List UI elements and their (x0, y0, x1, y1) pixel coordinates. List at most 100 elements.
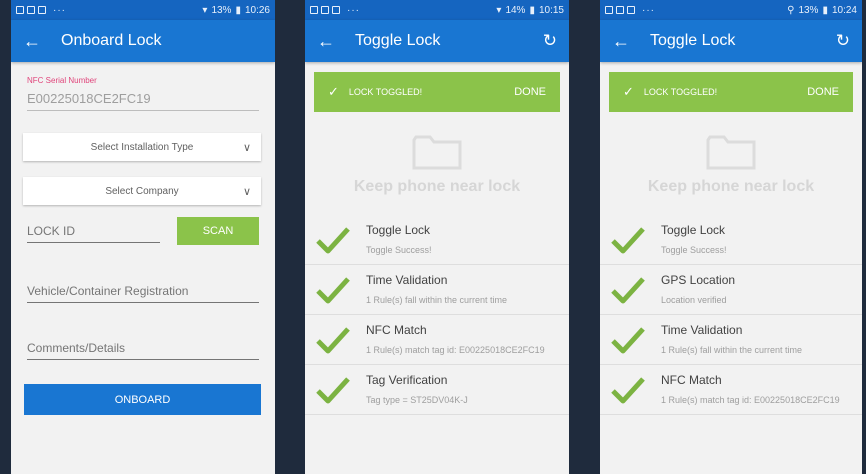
folder-icon (706, 134, 756, 170)
app-bar: ← Toggle Lock ↻ (600, 20, 862, 62)
battery-level: 13% (211, 4, 232, 16)
more-notifications-icon: ··· (347, 4, 360, 16)
notification-icon (605, 6, 613, 14)
folder-icon (412, 134, 462, 170)
lock-id-row: LOCK ID SCAN (27, 217, 259, 245)
more-notifications-icon: ··· (642, 4, 655, 16)
battery-level: 14% (505, 4, 526, 16)
step-row: NFC Match 1 Rule(s) match tag id: E002250… (600, 365, 862, 415)
notification-icon (27, 6, 35, 14)
step-row: Time Validation 1 Rule(s) fall within the… (600, 315, 862, 365)
notification-icon (38, 6, 46, 14)
check-icon (305, 215, 360, 264)
nfc-serial-field[interactable]: E00225018CE2FC19 (27, 91, 259, 111)
page-title: Toggle Lock (355, 32, 441, 49)
step-detail: Location verified (661, 295, 727, 305)
step-title: Toggle Lock (366, 223, 431, 237)
status-bar: ··· ▾ 14% ▮ 10:15 (305, 0, 569, 20)
notification-icon (627, 6, 635, 14)
success-banner: ✓ LOCK TOGGLED! DONE (314, 72, 560, 112)
more-notifications-icon: ··· (53, 4, 66, 16)
check-icon: ✓ (328, 84, 339, 99)
step-body: NFC Match 1 Rule(s) match tag id: E002250… (360, 315, 569, 364)
chevron-down-icon: ∨ (242, 185, 251, 198)
banner-text: LOCK TOGGLED! (348, 87, 423, 97)
signal-icon: ▾ (496, 4, 502, 16)
step-detail: 1 Rule(s) fall within the current time (366, 295, 508, 305)
notification-icon (616, 6, 624, 14)
step-title: Toggle Lock (661, 223, 726, 237)
refresh-icon[interactable]: ↻ (836, 31, 850, 51)
step-list: Toggle Lock Toggle Success! GPS Location Lo… (600, 215, 862, 415)
done-button[interactable]: DONE (807, 86, 839, 98)
back-arrow-icon[interactable]: ← (317, 31, 343, 52)
installation-type-select[interactable]: Select Installation Type ∨ (23, 133, 261, 161)
notification-icon (332, 6, 340, 14)
success-banner: ✓ LOCK TOGGLED! DONE (609, 72, 853, 112)
battery-icon: ▮ (822, 4, 828, 16)
step-title: Time Validation (366, 273, 448, 287)
app-bar: ← Toggle Lock ↻ (305, 20, 569, 62)
step-row: Toggle Lock Toggle Success! (600, 215, 862, 265)
step-row: Toggle Lock Toggle Success! (305, 215, 569, 265)
done-button[interactable]: DONE (514, 86, 546, 98)
keep-phone-near-lock-text: Keep phone near lock (353, 178, 521, 195)
step-body: Time Validation 1 Rule(s) fall within the… (360, 265, 569, 314)
company-select[interactable]: Select Company ∨ (23, 177, 261, 205)
notification-icon (321, 6, 329, 14)
step-body: NFC Match 1 Rule(s) match tag id: E002250… (655, 365, 862, 414)
back-arrow-icon[interactable]: ← (612, 31, 638, 52)
installation-type-placeholder: Select Installation Type (90, 141, 194, 153)
step-row: NFC Match 1 Rule(s) match tag id: E002250… (305, 315, 569, 365)
step-detail: Tag type = ST25DV04K-J (366, 395, 468, 405)
status-bar: ··· ▾ 13% ▮ 10:26 (11, 0, 275, 20)
page-title: Toggle Lock (650, 32, 736, 49)
step-title: NFC Match (661, 373, 722, 387)
check-icon (600, 365, 655, 414)
back-arrow-icon[interactable]: ← (23, 31, 49, 52)
lock-id-input[interactable]: LOCK ID (27, 224, 160, 243)
check-icon (600, 265, 655, 314)
onboard-button[interactable]: ONBOARD (24, 384, 261, 415)
battery-icon: ▮ (235, 4, 241, 16)
status-bar: ··· ⚲ 13% ▮ 10:24 (600, 0, 862, 20)
step-body: Toggle Lock Toggle Success! (360, 215, 569, 264)
check-icon (305, 365, 360, 414)
step-detail: Toggle Success! (366, 245, 432, 255)
clock: 10:24 (831, 4, 857, 16)
step-body: GPS Location Location verified (655, 265, 862, 314)
step-list: Toggle Lock Toggle Success! Time Validatio… (305, 215, 569, 415)
phone-toggle-lock-2: ··· ⚲ 13% ▮ 10:24 ← Toggle Lock ↻ ✓ LOCK TO… (600, 0, 862, 474)
step-title: Tag Verification (366, 373, 448, 387)
scan-button[interactable]: SCAN (177, 217, 259, 245)
nfc-serial-label: NFC Serial Number (27, 76, 97, 85)
banner-text: LOCK TOGGLED! (643, 87, 718, 97)
check-icon (305, 315, 360, 364)
location-icon: ⚲ (787, 4, 795, 16)
check-icon (305, 265, 360, 314)
step-body: Time Validation 1 Rule(s) fall within the… (655, 315, 862, 364)
phone-onboard: ··· ▾ 13% ▮ 10:26 ← Onboard Lock NFC Serial… (11, 0, 275, 474)
step-title: NFC Match (366, 323, 427, 337)
step-title: GPS Location (661, 273, 736, 287)
signal-icon: ▾ (202, 4, 208, 16)
refresh-icon[interactable]: ↻ (543, 31, 557, 51)
vehicle-registration-input[interactable]: Vehicle/Container Registration (27, 284, 259, 303)
clock: 10:15 (538, 4, 564, 16)
check-icon (600, 315, 655, 364)
comments-input[interactable]: Comments/Details (27, 341, 259, 360)
battery-icon: ▮ (529, 4, 535, 16)
step-detail: 1 Rule(s) match tag id: E00225018CE2FC19 (366, 345, 545, 355)
check-icon: ✓ (623, 84, 634, 99)
onboard-form: NFC Serial Number E00225018CE2FC19 Selec… (11, 76, 275, 415)
battery-level: 13% (798, 4, 819, 16)
page-title: Onboard Lock (61, 32, 162, 49)
step-detail: 1 Rule(s) match tag id: E00225018CE2FC19 (661, 395, 840, 405)
app-bar: ← Onboard Lock (11, 20, 275, 62)
step-detail: 1 Rule(s) fall within the current time (661, 345, 803, 355)
check-icon (600, 215, 655, 264)
step-body: Tag Verification Tag type = ST25DV04K-J (360, 365, 569, 414)
phone-toggle-lock-1: ··· ▾ 14% ▮ 10:15 ← Toggle Lock ↻ ✓ LOCK TO… (305, 0, 569, 474)
step-detail: Toggle Success! (661, 245, 727, 255)
notification-icon (16, 6, 24, 14)
